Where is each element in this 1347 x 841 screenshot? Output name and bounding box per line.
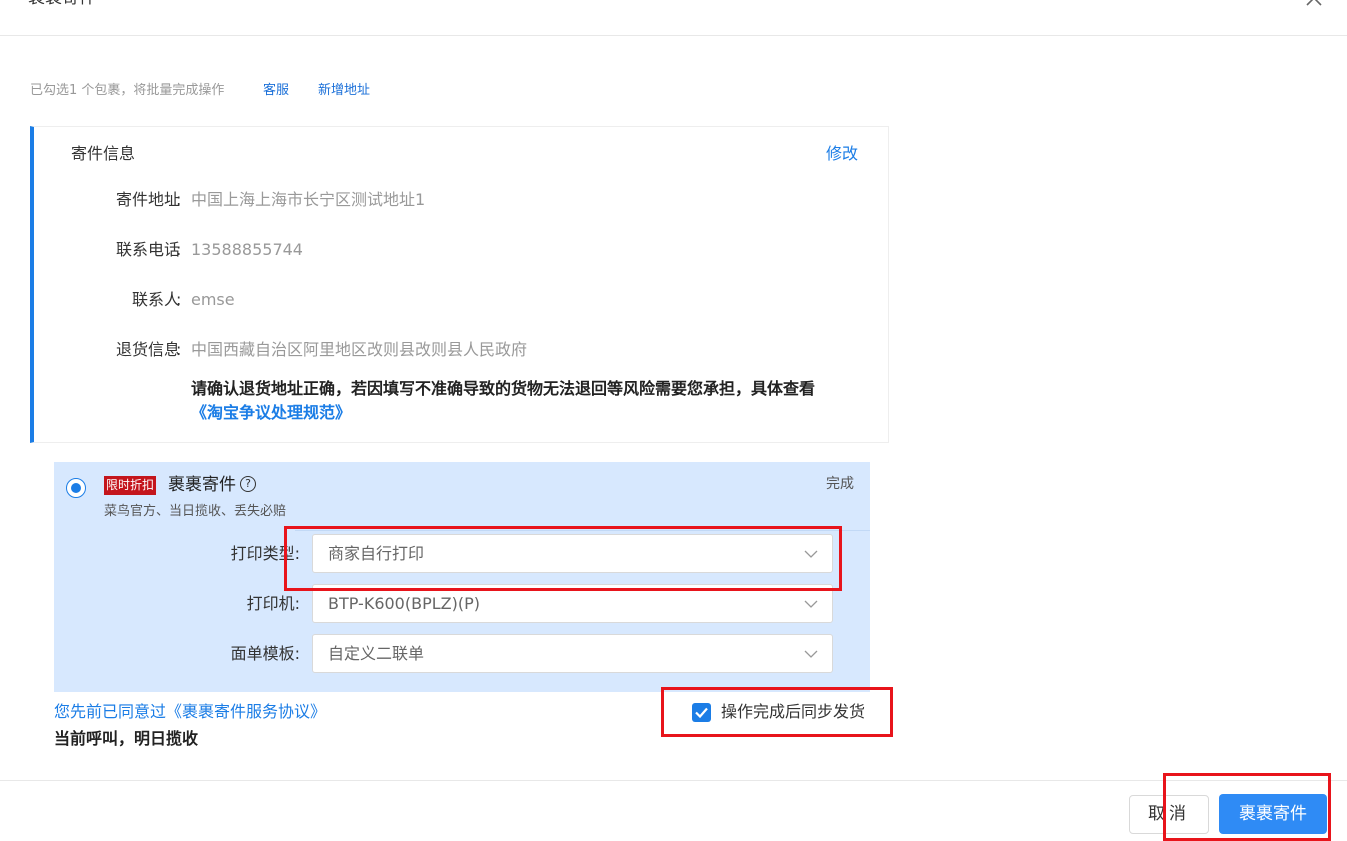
discount-badge: 限时折扣 [104, 476, 157, 495]
printer-select[interactable]: BTP-K600(BPLZ)(P) [312, 584, 833, 623]
phone-value: 13588855744 [191, 240, 303, 259]
submit-button[interactable]: 裹裹寄件 [1219, 794, 1327, 834]
footer-divider [0, 780, 1347, 781]
phone-label: 联系电话 [115, 240, 180, 259]
selection-summary: 已勾选1 个包裹，将批量完成操作 [30, 83, 225, 98]
check-icon [695, 707, 708, 719]
modify-link[interactable]: 修改 [826, 143, 858, 165]
service-agreement-link[interactable]: 您先前已同意过《裹裹寄件服务协议》 [54, 701, 326, 723]
printer-value: BTP-K600(BPLZ)(P) [328, 594, 480, 613]
label-colon: : [176, 290, 182, 309]
add-address-link[interactable]: 新增地址 [318, 82, 370, 100]
label-colon: : [176, 340, 182, 359]
pickup-note: 当前呼叫，明日揽收 [54, 729, 199, 748]
return-warning: 请确认退货地址正确，若因填写不准确导致的货物无法退回等风险需要您承担，具体查看 [191, 379, 816, 398]
service-radio[interactable] [66, 478, 86, 498]
contact-value: emse [191, 290, 235, 309]
print-type-select[interactable]: 商家自行打印 [312, 534, 833, 573]
return-info-label: 退货信息 [115, 340, 180, 359]
divider [295, 530, 870, 531]
cancel-button[interactable]: 取消 [1129, 795, 1209, 834]
sync-ship-checkbox[interactable] [692, 703, 711, 722]
help-icon[interactable]: ? [240, 476, 256, 492]
template-select[interactable]: 自定义二联单 [312, 634, 833, 673]
print-type-label: 打印类型: [230, 544, 300, 563]
service-status: 完成 [826, 476, 854, 492]
print-type-value: 商家自行打印 [328, 544, 425, 563]
template-value: 自定义二联单 [328, 644, 425, 663]
sender-info-title: 寄件信息 [71, 144, 136, 163]
sync-ship-label[interactable]: 操作完成后同步发货 [721, 701, 865, 723]
service-name: 裹裹寄件 [168, 475, 236, 495]
contact-label: 联系人 [131, 290, 180, 309]
chevron-down-icon [804, 550, 818, 558]
label-colon: : [176, 190, 182, 209]
dialog-header [0, 0, 1347, 36]
return-info-value: 中国西藏自治区阿里地区改则县改则县人民政府 [191, 340, 528, 359]
customer-service-link[interactable]: 客服 [263, 82, 289, 100]
sender-address-value: 中国上海上海市长宁区测试地址1 [191, 190, 426, 209]
service-description: 菜鸟官方、当日揽收、丢失必赔 [104, 504, 287, 519]
printer-label: 打印机: [246, 594, 300, 613]
template-label: 面单模板: [230, 644, 300, 663]
dispute-rules-link[interactable]: 《淘宝争议处理规范》 [191, 402, 351, 424]
label-colon: : [176, 240, 182, 259]
close-icon[interactable] [1304, 0, 1324, 8]
chevron-down-icon [804, 600, 818, 608]
sender-address-label: 寄件地址 [115, 190, 180, 209]
radio-dot [71, 483, 81, 493]
dialog-title: 裹裹寄件 [28, 0, 96, 10]
chevron-down-icon [804, 650, 818, 658]
